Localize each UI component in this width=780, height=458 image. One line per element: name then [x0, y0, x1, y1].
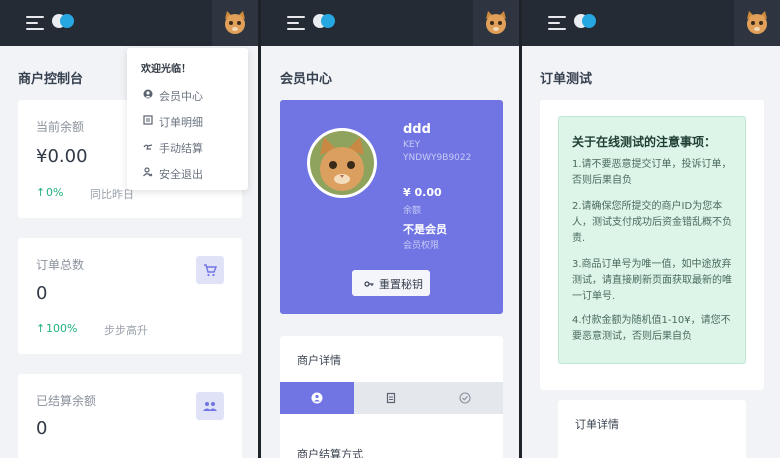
user-avatar[interactable] — [473, 0, 519, 46]
order-test-screen: 订单测试 关于在线测试的注意事项： 1.请不要恶意提交订单，投诉订单，否则后果自… — [522, 0, 780, 458]
change-note: 步步高升 — [104, 324, 148, 337]
balance-value: ¥ 0.00 — [403, 186, 442, 199]
card-label: 当前余额 — [36, 120, 85, 134]
key-icon — [364, 281, 374, 287]
section-title: 订单详情 — [575, 418, 619, 431]
profile-card: ddd KEY YNDWY9B9022 ¥ 0.00 余额 不是会员 会员权限 … — [280, 100, 503, 314]
cat-avatar-icon — [225, 11, 245, 34]
page-title: 订单测试 — [540, 72, 593, 87]
notice-item: 2.请确保您所提交的商户ID为您本人，测试支付成功后资金错乱概不负责. — [572, 201, 732, 244]
dropdown-greeting: 欢迎光临！ — [141, 64, 191, 75]
details-tabs — [280, 382, 503, 414]
menu-item-label: 手动结算 — [159, 142, 203, 155]
card-label: 订单总数 — [36, 258, 85, 272]
page-title: 会员中心 — [280, 72, 333, 87]
trend-up-icon: ↑ — [36, 322, 46, 335]
dashboard-screen: 商户控制台 当前余额 ¥0.00 ↑ 0% 同比昨日 订单总数 0 ↑ 100%… — [0, 0, 258, 458]
top-bar — [0, 0, 258, 46]
hamburger-menu-icon[interactable] — [287, 16, 305, 30]
cat-photo-icon — [310, 131, 374, 195]
list-icon — [143, 115, 153, 125]
people-icon — [196, 392, 224, 420]
check-icon — [459, 392, 471, 404]
settled-value: 0 — [36, 418, 48, 439]
cat-avatar-icon — [747, 11, 767, 34]
theme-toggle[interactable] — [313, 14, 335, 28]
change-percent: 0% — [46, 186, 64, 199]
notice-item: 3.商品订单号为唯一值，如中途放弃测试，请直接刷新页面获取最新的唯一订单号. — [572, 259, 732, 302]
user-dropdown-menu: 欢迎光临！ 会员中心 订单明细 手动结算 安全退出 — [127, 48, 248, 190]
logout-icon — [143, 167, 153, 177]
membership-label: 会员权限 — [403, 241, 440, 251]
page-title: 商户控制台 — [18, 72, 84, 87]
menu-item-label: 会员中心 — [159, 90, 203, 103]
member-center-screen: 会员中心 ddd KEY YNDWY9B9022 ¥ 0.00 余额 不是会员 … — [261, 0, 519, 458]
info-icon — [311, 392, 323, 404]
hand-icon — [143, 144, 153, 150]
notice-title: 关于在线测试的注意事项： — [572, 135, 717, 149]
change-percent: 100% — [46, 322, 78, 335]
menu-item-logout[interactable]: 安全退出 — [127, 162, 248, 184]
orders-value: 0 — [36, 283, 48, 304]
reset-key-button[interactable]: 重置秘钥 — [352, 270, 430, 296]
profile-name: ddd — [403, 122, 431, 137]
settled-card: 已结算余额 0 — [18, 374, 242, 458]
menu-item-manual-settle[interactable]: 手动结算 — [127, 136, 248, 158]
balance-value: ¥0.00 — [36, 146, 88, 167]
card-label: 已结算余额 — [36, 394, 97, 408]
key-label: KEY — [403, 140, 421, 150]
menu-item-order-details[interactable]: 订单明细 — [127, 110, 248, 132]
orders-card: 订单总数 0 ↑ 100% 步步高升 — [18, 238, 242, 354]
top-bar — [261, 0, 519, 46]
user-avatar[interactable] — [734, 0, 780, 46]
test-notice: 关于在线测试的注意事项： 1.请不要恶意提交订单，投诉订单，否则后果自负 2.请… — [558, 116, 746, 364]
tab-documents[interactable] — [354, 382, 428, 414]
order-details-card: 订单详情 — [558, 400, 746, 458]
profile-avatar — [307, 128, 377, 198]
balance-label: 余额 — [403, 206, 422, 216]
membership-value: 不是会员 — [403, 223, 447, 236]
top-bar — [522, 0, 780, 46]
user-avatar[interactable] — [212, 0, 258, 46]
menu-item-member-center[interactable]: 会员中心 — [127, 84, 248, 106]
key-value: YNDWY9B9022 — [403, 153, 472, 163]
theme-toggle[interactable] — [52, 14, 74, 28]
notice-item: 4.付款金额为随机值1-10¥，请您不要恶意测试，否则后果自负 — [572, 315, 731, 342]
section-title: 商户详情 — [297, 354, 341, 367]
hamburger-menu-icon[interactable] — [26, 16, 44, 30]
menu-item-label: 安全退出 — [159, 168, 203, 181]
theme-toggle[interactable] — [574, 14, 596, 28]
menu-item-label: 订单明细 — [159, 116, 203, 129]
settlement-heading: 商户结算方式 — [297, 448, 363, 458]
doc-icon — [386, 392, 396, 404]
reset-key-label: 重置秘钥 — [379, 278, 423, 291]
tab-verify[interactable] — [428, 382, 502, 414]
notice-item: 1.请不要恶意提交订单，投诉订单，否则后果自负 — [572, 159, 732, 186]
cart-icon — [196, 256, 224, 284]
cat-avatar-icon — [486, 11, 506, 34]
hamburger-menu-icon[interactable] — [548, 16, 566, 30]
trend-up-icon: ↑ — [36, 186, 46, 199]
tab-info[interactable] — [280, 382, 354, 414]
user-icon — [143, 89, 153, 99]
